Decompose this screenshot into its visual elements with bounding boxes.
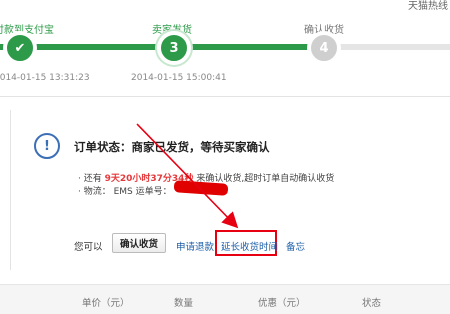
- column-header-status: 状态: [362, 298, 382, 309]
- column-header-unit-price: 单价（元）: [82, 298, 130, 309]
- carrier-name: EMS: [113, 187, 133, 197]
- order-progress: 付款到支付宝 ✔ 2014-01-15 13:31:23 卖家发货 3 2014…: [0, 0, 450, 95]
- confirm-receipt-button[interactable]: 确认收货: [112, 233, 166, 253]
- actions-prefix: 您可以: [74, 242, 103, 253]
- info-icon: !: [34, 133, 60, 159]
- memo-link[interactable]: 备忘: [286, 239, 305, 253]
- logistics-prefix: · 物流：: [78, 187, 111, 197]
- check-icon: ✔: [3, 31, 37, 65]
- step-time-ship: 2014-01-15 15:00:41: [131, 73, 227, 83]
- extend-receipt-time-link[interactable]: 延长收货时间: [221, 239, 278, 253]
- step-number-confirm: 4: [307, 31, 341, 65]
- step-time-pay: 2014-01-15 13:31:23: [0, 73, 90, 83]
- apply-refund-link[interactable]: 申请退款: [176, 239, 214, 253]
- column-header-quantity: 数量: [174, 298, 194, 309]
- content-left-border: [10, 110, 11, 270]
- redaction-mark: [173, 180, 229, 196]
- order-status-title: 订单状态：商家已发货，等待买家确认: [74, 140, 270, 154]
- column-header-discount: 优惠（元）: [258, 298, 306, 309]
- table-header: [0, 284, 450, 314]
- countdown-prefix: · 还有: [78, 174, 102, 184]
- logistics-line: · 物流： EMS 运单号：: [78, 184, 172, 197]
- tracking-label: 运单号：: [135, 187, 172, 197]
- step-number-ship: 3: [157, 31, 191, 65]
- section-divider: [0, 96, 450, 97]
